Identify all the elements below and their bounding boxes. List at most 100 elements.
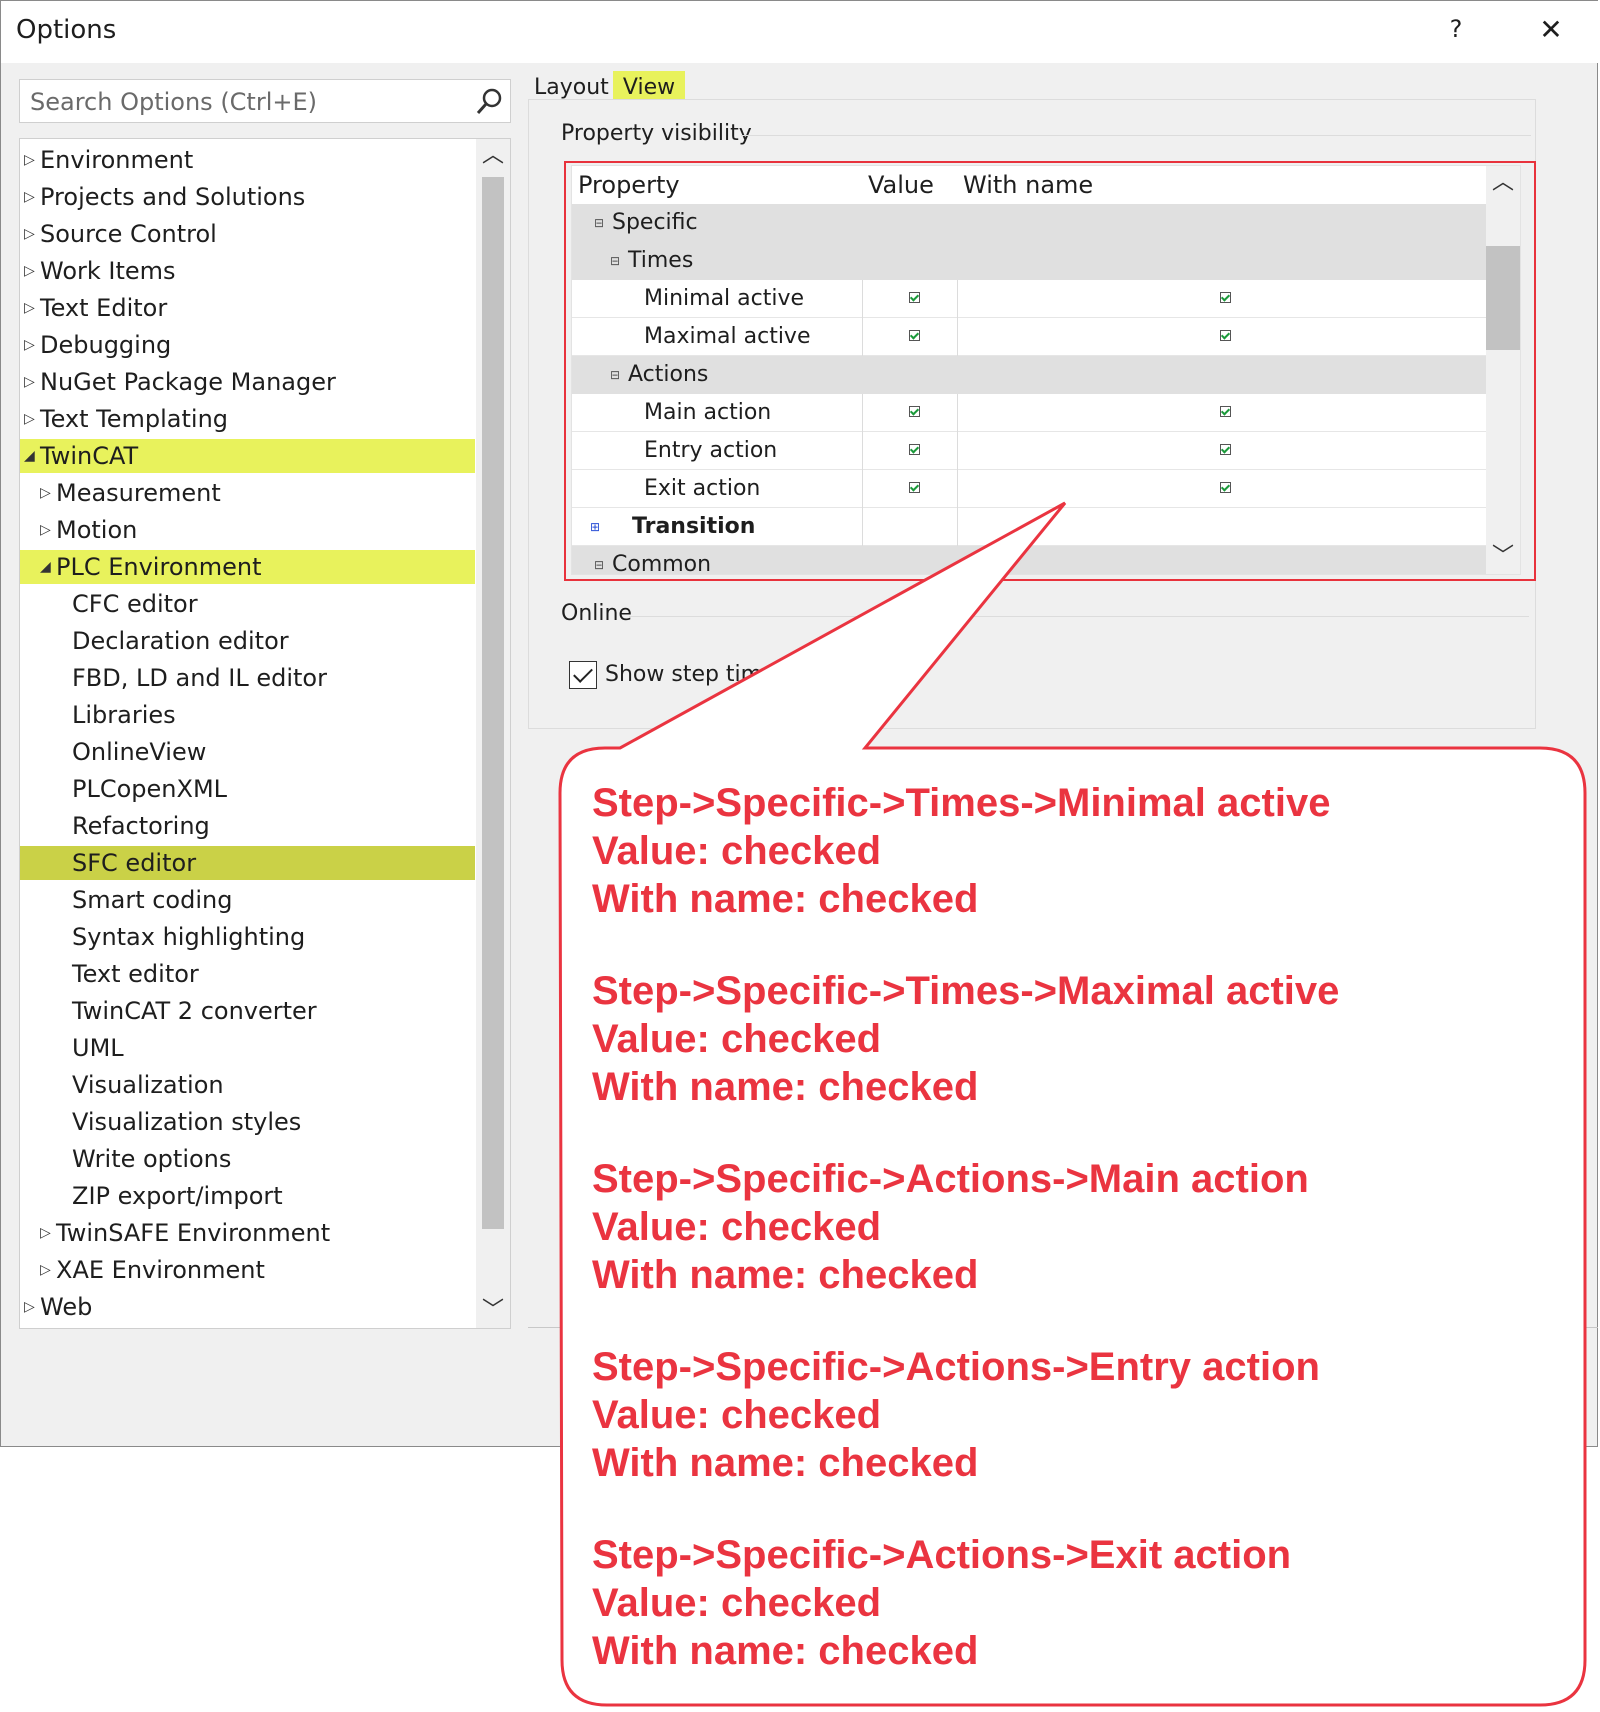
collapsed-arrow-icon[interactable]: ▷ (24, 365, 35, 399)
tree-item[interactable]: ◢ TwinCAT (20, 439, 475, 473)
tree-item[interactable]: ZIP export/import (20, 1179, 475, 1213)
collapse-icon[interactable]: ⊟ (610, 356, 620, 394)
collapsed-arrow-icon[interactable]: ▷ (40, 1216, 51, 1250)
tree-item[interactable]: ▷ Source Control (20, 217, 475, 251)
value-checkbox[interactable] (909, 292, 920, 303)
collapsed-arrow-icon[interactable]: ▷ (24, 328, 35, 362)
column-header-with-name[interactable]: With name (963, 166, 1093, 204)
help-button[interactable]: ? (1441, 15, 1471, 43)
tree-item[interactable]: OnlineView (20, 735, 475, 769)
tree-item[interactable]: ▷ NuGet Package Manager (20, 365, 475, 399)
scroll-up-icon[interactable]: ︿ (1486, 166, 1520, 200)
collapsed-arrow-icon[interactable]: ▷ (24, 217, 35, 251)
tree-item[interactable]: Syntax highlighting (20, 920, 475, 954)
collapsed-arrow-icon[interactable]: ▷ (40, 513, 51, 547)
tree-scroll-thumb[interactable] (482, 177, 504, 1229)
tree-item[interactable]: ▷ Text Templating (20, 402, 475, 436)
tree-item[interactable]: SFC editor (20, 846, 475, 880)
tree-item[interactable]: ▷ Web (20, 1290, 475, 1324)
expand-icon[interactable]: ⊞ (590, 508, 600, 546)
grid-row[interactable]: Exit action (572, 470, 1486, 508)
tree-item[interactable]: Visualization (20, 1068, 475, 1102)
collapsed-arrow-icon[interactable]: ▷ (24, 180, 35, 214)
tree-item[interactable]: ◢ PLC Environment (20, 550, 475, 584)
tree-item[interactable]: Write options (20, 1142, 475, 1176)
scroll-down-icon[interactable]: ﹀ (476, 1294, 510, 1328)
callout-note-line: With name: checked (592, 1253, 979, 1297)
grid-row[interactable]: ⊟ Common (572, 546, 1486, 574)
collapsed-arrow-icon[interactable]: ▷ (24, 402, 35, 436)
collapse-icon[interactable]: ⊟ (594, 204, 604, 242)
tree-item[interactable]: ▷ Debugging (20, 328, 475, 362)
with-name-checkbox[interactable] (1220, 292, 1231, 303)
value-checkbox[interactable] (909, 406, 920, 417)
grid-scroll-thumb[interactable] (1486, 246, 1520, 350)
column-header-value[interactable]: Value (868, 166, 934, 204)
with-name-checkbox[interactable] (1220, 406, 1231, 417)
grid-row-label: Main action (644, 400, 772, 425)
tree-item[interactable]: ▷ Motion (20, 513, 475, 547)
tree-item-label: Libraries (72, 701, 176, 729)
value-checkbox[interactable] (909, 330, 920, 341)
scroll-up-icon[interactable]: ︿ (476, 139, 510, 173)
search-icon[interactable] (474, 86, 504, 116)
tree-item[interactable]: ▷ Text Editor (20, 291, 475, 325)
tree-item[interactable]: Libraries (20, 698, 475, 732)
grid-row[interactable]: Maximal active (572, 318, 1486, 356)
grid-scrollbar[interactable]: ︿ ﹀ (1486, 166, 1520, 574)
scroll-down-icon[interactable]: ﹀ (1486, 540, 1520, 574)
grid-row-label: Transition (632, 514, 756, 539)
grid-row[interactable]: ⊞ Transition (572, 508, 1486, 546)
expanded-arrow-icon[interactable]: ◢ (40, 550, 51, 584)
grid-row[interactable]: Main action (572, 394, 1486, 432)
collapse-icon[interactable]: ⊟ (594, 546, 604, 574)
show-step-time-checkbox[interactable] (569, 661, 597, 689)
tree-item[interactable]: ▷ XAE Environment (20, 1253, 475, 1287)
collapse-icon[interactable]: ⊟ (610, 242, 620, 280)
tree-item[interactable]: ▷ TwinSAFE Environment (20, 1216, 475, 1250)
tree-item[interactable]: CFC editor (20, 587, 475, 621)
tree-item[interactable]: FBD, LD and IL editor (20, 661, 475, 695)
tree-item[interactable]: ▷ Measurement (20, 476, 475, 510)
show-step-time-label[interactable]: Show step time (605, 661, 776, 689)
callout-note-line: With name: checked (592, 1065, 979, 1109)
tree-item[interactable]: Refactoring (20, 809, 475, 843)
grid-row[interactable]: Minimal active (572, 280, 1486, 318)
close-button[interactable]: ✕ (1531, 13, 1571, 46)
tree-scrollbar[interactable]: ︿ ﹀ (476, 139, 510, 1328)
search-input[interactable] (28, 85, 472, 119)
with-name-checkbox[interactable] (1220, 330, 1231, 341)
expanded-arrow-icon[interactable]: ◢ (24, 439, 35, 473)
grid-row[interactable]: Entry action (572, 432, 1486, 470)
collapsed-arrow-icon[interactable]: ▷ (24, 143, 35, 177)
collapsed-arrow-icon[interactable]: ▷ (24, 254, 35, 288)
column-header-property[interactable]: Property (578, 166, 680, 204)
tree-item[interactable]: UML (20, 1031, 475, 1065)
with-name-checkbox[interactable] (1220, 444, 1231, 455)
tree-item[interactable]: Text editor (20, 957, 475, 991)
tree-item[interactable]: ▷ Projects and Solutions (20, 180, 475, 214)
tree-item[interactable]: TwinCAT 2 converter (20, 994, 475, 1028)
tree-item[interactable]: Visualization styles (20, 1105, 475, 1139)
collapsed-arrow-icon[interactable]: ▷ (40, 476, 51, 510)
tree-item-label: Text Editor (40, 294, 168, 322)
tree-item[interactable]: PLCopenXML (20, 772, 475, 806)
value-checkbox[interactable] (909, 482, 920, 493)
collapsed-arrow-icon[interactable]: ▷ (24, 1290, 35, 1324)
tab-layout[interactable]: Layout (534, 75, 609, 99)
grid-row[interactable]: ⊟ Times (572, 242, 1486, 280)
callout-note-line: Step->Specific->Actions->Exit action (592, 1533, 1292, 1577)
collapsed-arrow-icon[interactable]: ▷ (24, 291, 35, 325)
column-divider (862, 394, 863, 432)
value-checkbox[interactable] (909, 444, 920, 455)
callout-note-line: With name: checked (592, 877, 979, 921)
grid-row[interactable]: ⊟ Actions (572, 356, 1486, 394)
tree-item-label: FBD, LD and IL editor (72, 664, 327, 692)
grid-row[interactable]: ⊟ Specific (572, 204, 1486, 242)
tree-item[interactable]: Smart coding (20, 883, 475, 917)
tree-item[interactable]: Declaration editor (20, 624, 475, 658)
tree-item[interactable]: ▷ Environment (20, 143, 475, 177)
with-name-checkbox[interactable] (1220, 482, 1231, 493)
tree-item[interactable]: ▷ Work Items (20, 254, 475, 288)
collapsed-arrow-icon[interactable]: ▷ (40, 1253, 51, 1287)
